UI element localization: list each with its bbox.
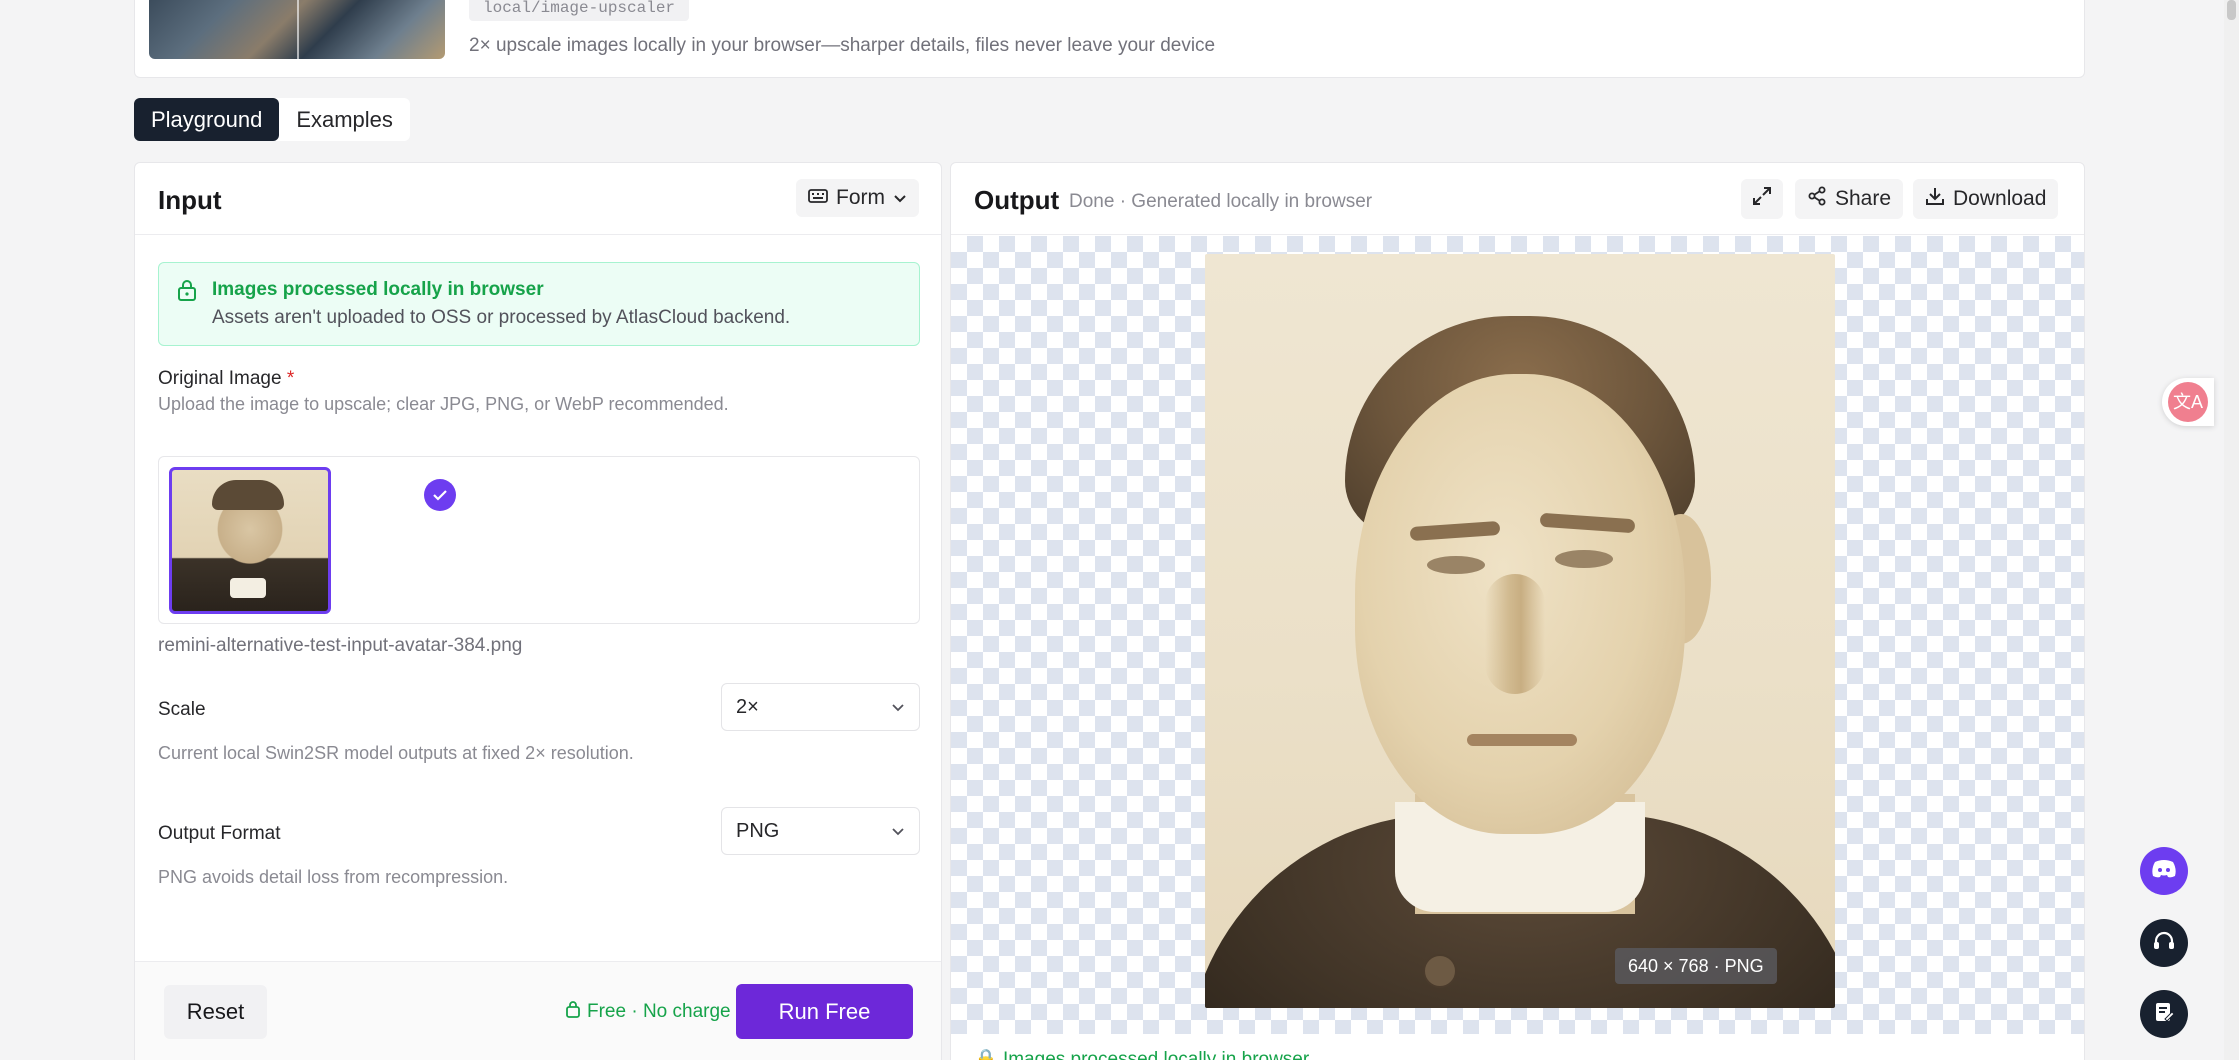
lock-icon (565, 1000, 581, 1024)
notice-title: Images processed locally in browser (212, 279, 544, 300)
download-label: Download (1953, 187, 2047, 210)
support-button[interactable] (2140, 919, 2188, 967)
output-format-label: Output Format (158, 823, 281, 844)
upscaled-output-image[interactable] (1205, 254, 1835, 1008)
output-title: Output (974, 185, 1060, 215)
scale-help: Current local Swin2SR model outputs at f… (158, 743, 634, 763)
chevron-down-icon (891, 820, 905, 843)
check-icon (424, 479, 456, 511)
scale-label: Scale (158, 699, 206, 720)
chevron-down-icon (891, 696, 905, 719)
tab-examples[interactable]: Examples (279, 98, 410, 141)
output-panel: Output Done · Generated locally in brows… (950, 162, 2085, 1060)
image-upload-area[interactable] (158, 456, 920, 624)
uploaded-file-name: remini-alternative-test-input-avatar-384… (158, 635, 523, 656)
download-button[interactable]: Download (1913, 179, 2059, 219)
output-canvas: 640 × 768 · PNG (951, 236, 2084, 1034)
translate-icon: 文A (2168, 382, 2208, 422)
chevron-down-icon (893, 186, 907, 210)
download-icon (1925, 186, 1945, 212)
output-panel-header: Output Done · Generated locally in brows… (951, 163, 2084, 235)
required-mark: * (286, 368, 295, 389)
original-image-label-text: Original Image (158, 368, 282, 389)
notice-subtitle: Assets aren't uploaded to OSS or process… (212, 307, 791, 328)
headset-icon (2152, 929, 2176, 958)
view-mode-label: Form (836, 186, 885, 209)
output-local-notice: 🔒 Images processed locally in browser (974, 1047, 1309, 1060)
tool-header-card: local/image-upscaler 2× upscale images l… (134, 0, 2085, 78)
output-format-help: PNG avoids detail loss from recompressio… (158, 867, 509, 887)
discord-icon (2151, 859, 2177, 884)
output-status: Done · Generated locally in browser (1069, 191, 1373, 212)
translate-button[interactable]: 文A (2162, 378, 2214, 426)
output-format-select[interactable]: PNG (721, 807, 920, 855)
note-icon (2153, 1001, 2175, 1028)
input-panel-header: Input Form (135, 163, 941, 235)
expand-icon (1752, 186, 1772, 212)
tab-playground[interactable]: Playground (134, 98, 280, 141)
mode-tabs: Playground Examples (134, 98, 410, 141)
output-format-value: PNG (736, 819, 780, 842)
free-badge: Free · No charge (565, 1000, 731, 1024)
image-dimensions-badge: 640 × 768 · PNG (1615, 948, 1777, 984)
reset-button[interactable]: Reset (164, 985, 267, 1039)
feedback-button[interactable] (2140, 990, 2188, 1038)
share-button[interactable]: Share (1795, 179, 1904, 219)
scale-select[interactable]: 2× (721, 683, 920, 731)
original-image-help: Upload the image to upscale; clear JPG, … (158, 394, 729, 414)
scale-value: 2× (736, 695, 759, 718)
input-title: Input (158, 185, 222, 215)
share-icon (1807, 186, 1827, 212)
output-notice-text: Images processed locally in browser (1002, 1049, 1310, 1060)
original-image-label: Original Image * (158, 368, 294, 390)
keyboard-icon (808, 186, 828, 210)
discord-button[interactable] (2140, 847, 2188, 895)
tool-path-tag: local/image-upscaler (469, 0, 690, 21)
input-footer: Reset Free · No charge Run Free (135, 961, 941, 1060)
input-panel: Input Form Images processed locally in b… (134, 162, 942, 1060)
lock-icon (177, 279, 197, 306)
view-mode-dropdown[interactable]: Form (796, 179, 919, 217)
run-button[interactable]: Run Free (736, 984, 913, 1039)
page-scrollbar[interactable] (2224, 0, 2239, 1060)
tool-cover-image (149, 0, 445, 59)
share-label: Share (1835, 187, 1892, 210)
expand-button[interactable] (1741, 179, 1783, 219)
tool-description: 2× upscale images locally in your browse… (469, 35, 1216, 56)
uploaded-image-thumbnail[interactable] (169, 467, 331, 614)
free-label: Free · No charge (587, 1001, 731, 1022)
lock-icon: 🔒 (974, 1049, 998, 1060)
local-processing-notice: Images processed locally in browser Asse… (158, 262, 920, 346)
